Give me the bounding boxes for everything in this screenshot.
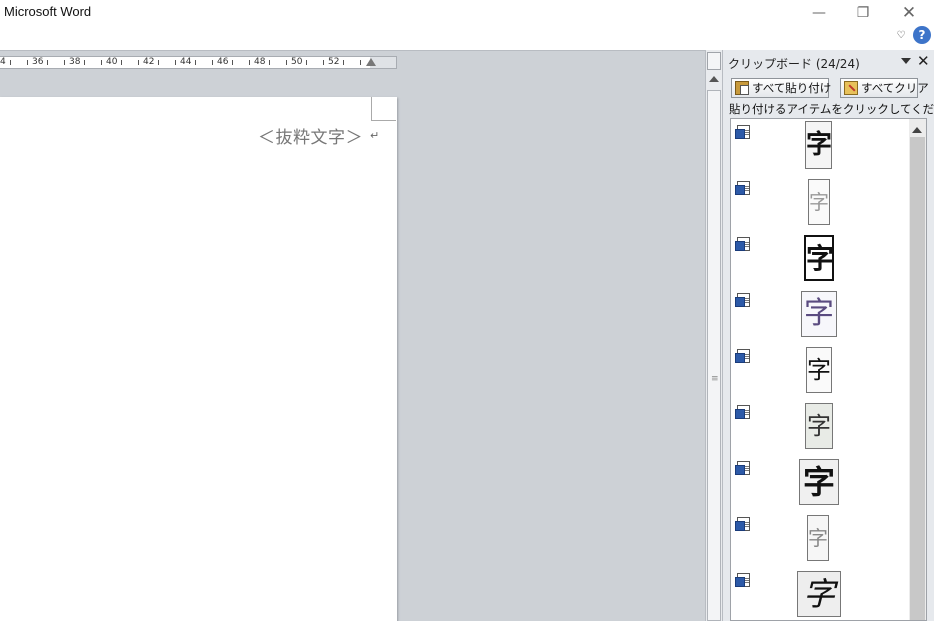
clipboard-item[interactable]: 字 xyxy=(731,287,909,343)
word-document-icon xyxy=(735,293,750,307)
ruler-tick xyxy=(175,60,176,65)
paste-all-label: すべて貼り付け xyxy=(752,81,832,95)
clipboard-item[interactable]: 字 xyxy=(731,231,909,287)
ruler-tick xyxy=(306,60,307,65)
clipboard-title: クリップボード (24/24) xyxy=(728,57,860,71)
clipboard-thumbnail: 字 xyxy=(808,179,830,225)
paste-all-button[interactable]: すべて貼り付け xyxy=(731,78,832,98)
ruler-number: 48 xyxy=(254,57,266,67)
ruler-tick xyxy=(27,60,28,65)
ribbon-expand-icon[interactable]: ♡ xyxy=(893,29,909,43)
close-button[interactable]: ✕ xyxy=(894,3,924,23)
ruler-tick xyxy=(323,60,324,65)
clear-all-button[interactable]: すべてクリア xyxy=(840,78,929,98)
document-page[interactable]: ＜抜粋文字＞ ↵ xyxy=(0,97,397,621)
ruler-tick xyxy=(47,60,48,65)
ruler-number: 44 xyxy=(180,57,192,67)
pane-close-icon[interactable]: ✕ xyxy=(917,52,930,70)
restore-button[interactable]: ❐ xyxy=(848,3,878,23)
paste-icon xyxy=(735,81,749,95)
paragraph-mark: ↵ xyxy=(370,129,380,142)
ruler-tick xyxy=(101,60,102,65)
scroll-up-icon[interactable] xyxy=(912,127,922,133)
clipboard-item[interactable]: 字 xyxy=(731,175,909,231)
word-document-icon xyxy=(735,405,750,419)
clipboard-thumbnail: 字 xyxy=(805,121,832,169)
pane-options-icon[interactable] xyxy=(901,58,911,64)
ruler-tick xyxy=(121,60,122,65)
list-scrollbar[interactable] xyxy=(909,119,926,620)
ruler-tick xyxy=(195,60,196,65)
clear-icon xyxy=(844,81,858,95)
horizontal-ruler[interactable]: 4 36 38 40 42 44 46 48 50 52 xyxy=(0,56,397,69)
clipboard-item[interactable]: 字 xyxy=(731,511,909,567)
clipboard-item[interactable]: 字 xyxy=(731,343,909,399)
word-document-icon xyxy=(735,181,750,195)
ruler-number: 50 xyxy=(291,57,303,67)
clipboard-thumbnail: 字 xyxy=(797,571,841,617)
clipboard-thumbnail: 字 xyxy=(799,459,839,505)
margin-corner-mark xyxy=(371,97,396,121)
clipboard-item[interactable]: 字 xyxy=(731,455,909,511)
ruler-tick xyxy=(343,60,344,65)
word-document-icon xyxy=(735,517,750,531)
right-indent-marker[interactable] xyxy=(366,58,376,66)
ruler-tick xyxy=(269,60,270,65)
clipboard-thumbnail: 字 xyxy=(805,403,833,449)
document-workspace: 4 36 38 40 42 44 46 48 50 52 ＜抜粋文字＞ ↵ xyxy=(0,50,705,621)
scrollbar-grip-icon: ≡ xyxy=(711,374,719,384)
clipboard-thumbnail: 字 xyxy=(806,347,832,393)
ruler-number: 52 xyxy=(328,57,340,67)
ruler-number: 38 xyxy=(69,57,81,67)
ruler-number: 42 xyxy=(143,57,155,67)
ruler-number: 40 xyxy=(106,57,118,67)
word-document-icon xyxy=(735,349,750,363)
ruler-tick xyxy=(286,60,287,65)
clipboard-pane: クリップボード (24/24) ✕ すべて貼り付け すべてクリア 貼り付けるアイ… xyxy=(722,50,934,621)
help-icon[interactable]: ? xyxy=(913,26,931,44)
ruler-tick xyxy=(360,60,361,65)
ruler-tick xyxy=(212,60,213,65)
clipboard-thumbnail: 字 xyxy=(807,515,829,561)
ruler-tick xyxy=(249,60,250,65)
clipboard-item[interactable]: 字 xyxy=(731,119,909,175)
ruler-number: 46 xyxy=(217,57,229,67)
title-bar: Microsoft Word — ❐ ✕ ♡ ? xyxy=(0,0,934,50)
scrollbar-thumb[interactable] xyxy=(910,137,925,620)
word-document-icon xyxy=(735,573,750,587)
clipboard-item[interactable]: 字 xyxy=(731,399,909,455)
window-title: Microsoft Word xyxy=(4,4,92,19)
clipboard-instruction: 貼り付けるアイテムをクリックしてください。 xyxy=(729,102,934,116)
clipboard-thumbnail: 字 xyxy=(801,291,837,337)
word-document-icon xyxy=(735,461,750,475)
clipboard-item[interactable]: 字 xyxy=(731,567,909,620)
document-text[interactable]: ＜抜粋文字＞ xyxy=(258,123,363,148)
clipboard-thumbnail: 字 xyxy=(804,235,834,281)
ruler-toggle-icon[interactable] xyxy=(707,52,721,70)
ruler-tick xyxy=(84,60,85,65)
ruler-tick xyxy=(158,60,159,65)
scroll-up-icon[interactable] xyxy=(709,76,719,82)
ruler-number: 4 xyxy=(0,57,6,67)
scrollbar-thumb[interactable]: ≡ xyxy=(707,90,721,621)
word-document-icon xyxy=(735,125,750,139)
ruler-tick xyxy=(64,60,65,65)
minimize-button[interactable]: — xyxy=(804,3,834,23)
ruler-tick xyxy=(232,60,233,65)
word-document-icon xyxy=(735,237,750,251)
ruler-tick xyxy=(138,60,139,65)
document-vertical-scrollbar[interactable]: ≡ xyxy=(705,50,722,621)
clear-all-label: すべてクリア xyxy=(861,81,929,95)
clipboard-item-list[interactable]: 字 字 字 字 字 字 字 字 字 xyxy=(730,118,927,621)
ruler-number: 36 xyxy=(32,57,44,67)
ruler-tick xyxy=(10,60,11,65)
